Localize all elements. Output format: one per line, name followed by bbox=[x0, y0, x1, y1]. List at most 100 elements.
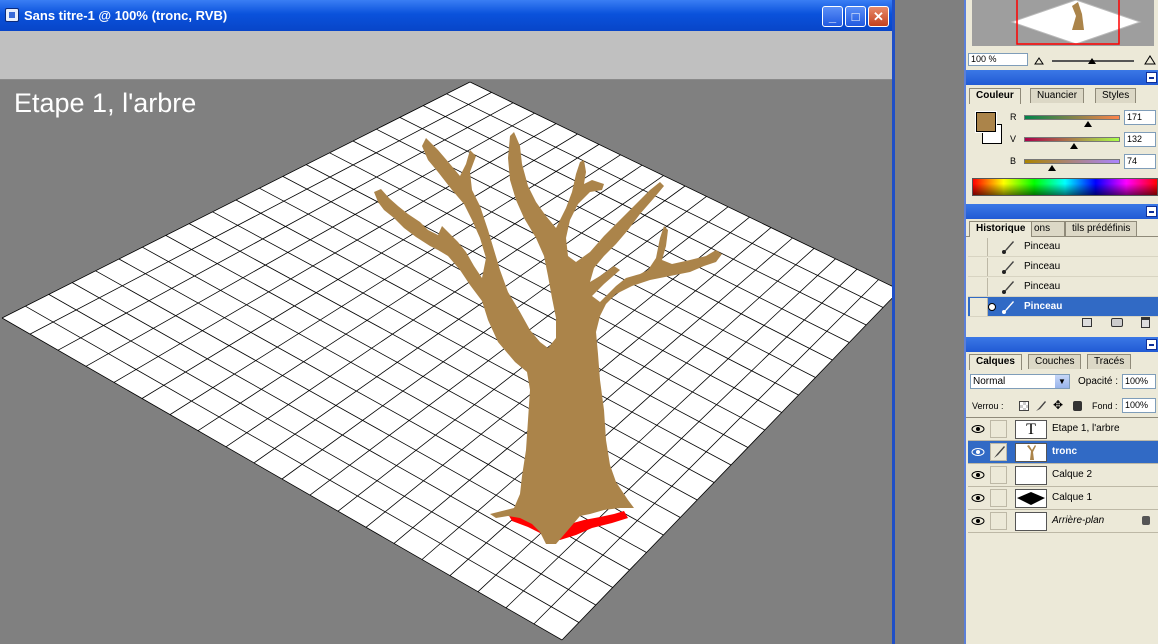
layer-name[interactable]: Arrière-plan bbox=[1052, 515, 1104, 526]
history-panel-titlebar[interactable] bbox=[966, 204, 1158, 219]
isometric-scene[interactable] bbox=[0, 80, 892, 644]
document-gray-strip bbox=[0, 31, 892, 80]
canvas-text-layer: Etape 1, l'arbre bbox=[14, 88, 197, 118]
tab-traces[interactable]: Tracés bbox=[1087, 354, 1132, 369]
layer-link-box[interactable] bbox=[990, 512, 1007, 530]
text-layer-thumbnail-icon: T bbox=[1015, 420, 1047, 439]
history-item[interactable]: Pinceau bbox=[968, 237, 1158, 257]
tree-layer-thumbnail bbox=[1015, 443, 1047, 462]
photoshop-document-icon[interactable] bbox=[5, 8, 19, 22]
brush-icon bbox=[1001, 300, 1015, 314]
history-snapshot-box[interactable] bbox=[970, 238, 988, 256]
red-value-field[interactable]: 171 bbox=[1124, 110, 1156, 125]
blue-channel-label: B bbox=[1010, 156, 1017, 166]
layers-panel-titlebar[interactable] bbox=[966, 337, 1158, 352]
camera-icon[interactable] bbox=[1111, 318, 1123, 327]
panel-minimize-icon[interactable] bbox=[1146, 72, 1157, 83]
layer-name[interactable]: Calque 1 bbox=[1052, 492, 1092, 503]
transparent-layer-thumbnail bbox=[1015, 466, 1047, 485]
tab-couleur[interactable]: Couleur bbox=[969, 88, 1021, 104]
panel-minimize-icon[interactable] bbox=[1146, 339, 1157, 350]
minimize-button[interactable]: _ bbox=[822, 6, 843, 27]
trash-icon[interactable] bbox=[1141, 317, 1150, 328]
history-snapshot-box[interactable] bbox=[970, 258, 988, 276]
palette-dock: 100 % Couleur Nuancier Styles R 171 V 13… bbox=[964, 0, 1158, 644]
tab-calques[interactable]: Calques bbox=[969, 354, 1022, 370]
layer-name[interactable]: Calque 2 bbox=[1052, 469, 1092, 480]
chevron-down-icon[interactable]: ▼ bbox=[1055, 375, 1069, 388]
red-channel-label: R bbox=[1010, 112, 1017, 122]
lock-position-move-icon[interactable]: ✥ bbox=[1053, 399, 1063, 411]
brush-icon bbox=[1001, 280, 1015, 294]
layer-name[interactable]: Etape 1, l'arbre bbox=[1052, 423, 1120, 434]
fill-label: Fond : bbox=[1092, 401, 1118, 411]
green-channel-label: V bbox=[1010, 134, 1017, 144]
blend-mode-select[interactable]: Normal ▼ bbox=[970, 374, 1070, 389]
document-title: Sans titre-1 @ 100% (tronc, RVB) bbox=[24, 8, 228, 23]
layer-row[interactable]: Arrière-plan bbox=[968, 510, 1158, 533]
canvas-area[interactable]: Etape 1, l'arbre bbox=[0, 80, 892, 644]
opacity-field[interactable]: 100% bbox=[1122, 374, 1156, 389]
background-layer-thumbnail bbox=[1015, 512, 1047, 531]
eye-icon[interactable] bbox=[971, 468, 985, 482]
foreground-color-swatch[interactable] bbox=[975, 111, 997, 133]
fill-field[interactable]: 100% bbox=[1122, 398, 1156, 413]
lock-transparency-icon[interactable] bbox=[1019, 401, 1029, 411]
maximize-button[interactable]: □ bbox=[845, 6, 866, 27]
lock-label: Verrou : bbox=[972, 401, 1004, 411]
history-state-slider-icon[interactable] bbox=[988, 303, 996, 311]
history-snapshot-box[interactable] bbox=[970, 298, 988, 316]
lock-pixels-brush-icon[interactable] bbox=[1035, 400, 1047, 412]
history-item-label: Pinceau bbox=[1024, 261, 1061, 272]
layer-brush-icon[interactable] bbox=[990, 443, 1007, 461]
layer-name[interactable]: tronc bbox=[1052, 446, 1077, 457]
blue-slider-thumb[interactable] bbox=[1047, 165, 1056, 171]
history-footer bbox=[966, 316, 1158, 330]
tab-historique[interactable]: Historique bbox=[969, 221, 1033, 237]
tab-styles[interactable]: Styles bbox=[1095, 88, 1137, 103]
panel-minimize-icon[interactable] bbox=[1146, 206, 1157, 217]
eye-icon[interactable] bbox=[971, 514, 985, 528]
layers-list: T Etape 1, l'arbre tronc Calque 2 Calque… bbox=[966, 417, 1158, 537]
document-titlebar[interactable]: Sans titre-1 @ 100% (tronc, RVB) _ □ ✕ bbox=[0, 0, 892, 31]
navigator-thumbnail[interactable] bbox=[972, 0, 1154, 46]
layer-link-box[interactable] bbox=[990, 489, 1007, 507]
history-item-selected[interactable]: Pinceau bbox=[968, 297, 1158, 317]
lock-all-padlock-icon[interactable] bbox=[1073, 401, 1082, 411]
padlock-icon bbox=[1142, 516, 1150, 525]
zoom-slider-thumb[interactable] bbox=[1088, 58, 1096, 64]
history-item-label: Pinceau bbox=[1024, 301, 1063, 312]
history-item[interactable]: Pinceau bbox=[968, 257, 1158, 277]
layer-row[interactable]: T Etape 1, l'arbre bbox=[968, 418, 1158, 441]
zoom-in-icon[interactable] bbox=[1144, 55, 1156, 65]
layer-link-box[interactable] bbox=[990, 466, 1007, 484]
diamond-layer-thumbnail bbox=[1015, 489, 1047, 508]
layer-link-box[interactable] bbox=[990, 420, 1007, 438]
navigator-zoom-field[interactable]: 100 % bbox=[968, 53, 1028, 66]
history-list: Pinceau Pinceau Pinceau Pinceau bbox=[966, 236, 1158, 317]
eye-icon[interactable] bbox=[971, 491, 985, 505]
color-panel-titlebar[interactable] bbox=[966, 70, 1158, 85]
red-slider-thumb[interactable] bbox=[1084, 121, 1093, 127]
green-value-field[interactable]: 132 bbox=[1124, 132, 1156, 147]
color-spectrum-ramp[interactable] bbox=[972, 178, 1158, 196]
zoom-out-icon[interactable] bbox=[1034, 56, 1044, 65]
blend-mode-value: Normal bbox=[973, 376, 1006, 387]
tab-outils-predefinis[interactable]: tils prédéfinis bbox=[1065, 221, 1138, 236]
layer-row[interactable]: Calque 2 bbox=[968, 464, 1158, 487]
history-item-label: Pinceau bbox=[1024, 281, 1061, 292]
tab-actions[interactable]: ons bbox=[1031, 221, 1065, 236]
history-snapshot-box[interactable] bbox=[970, 278, 988, 296]
blue-value-field[interactable]: 74 bbox=[1124, 154, 1156, 169]
new-document-from-state-icon[interactable] bbox=[1082, 318, 1092, 327]
green-slider-thumb[interactable] bbox=[1069, 143, 1078, 149]
close-button[interactable]: ✕ bbox=[868, 6, 889, 27]
history-item[interactable]: Pinceau bbox=[968, 277, 1158, 297]
layer-row-selected[interactable]: tronc bbox=[968, 441, 1158, 464]
brush-icon bbox=[1001, 240, 1015, 254]
tab-couches[interactable]: Couches bbox=[1028, 354, 1082, 369]
eye-icon[interactable] bbox=[971, 445, 985, 459]
tab-nuancier[interactable]: Nuancier bbox=[1030, 88, 1085, 103]
eye-icon[interactable] bbox=[971, 422, 985, 436]
layer-row[interactable]: Calque 1 bbox=[968, 487, 1158, 510]
